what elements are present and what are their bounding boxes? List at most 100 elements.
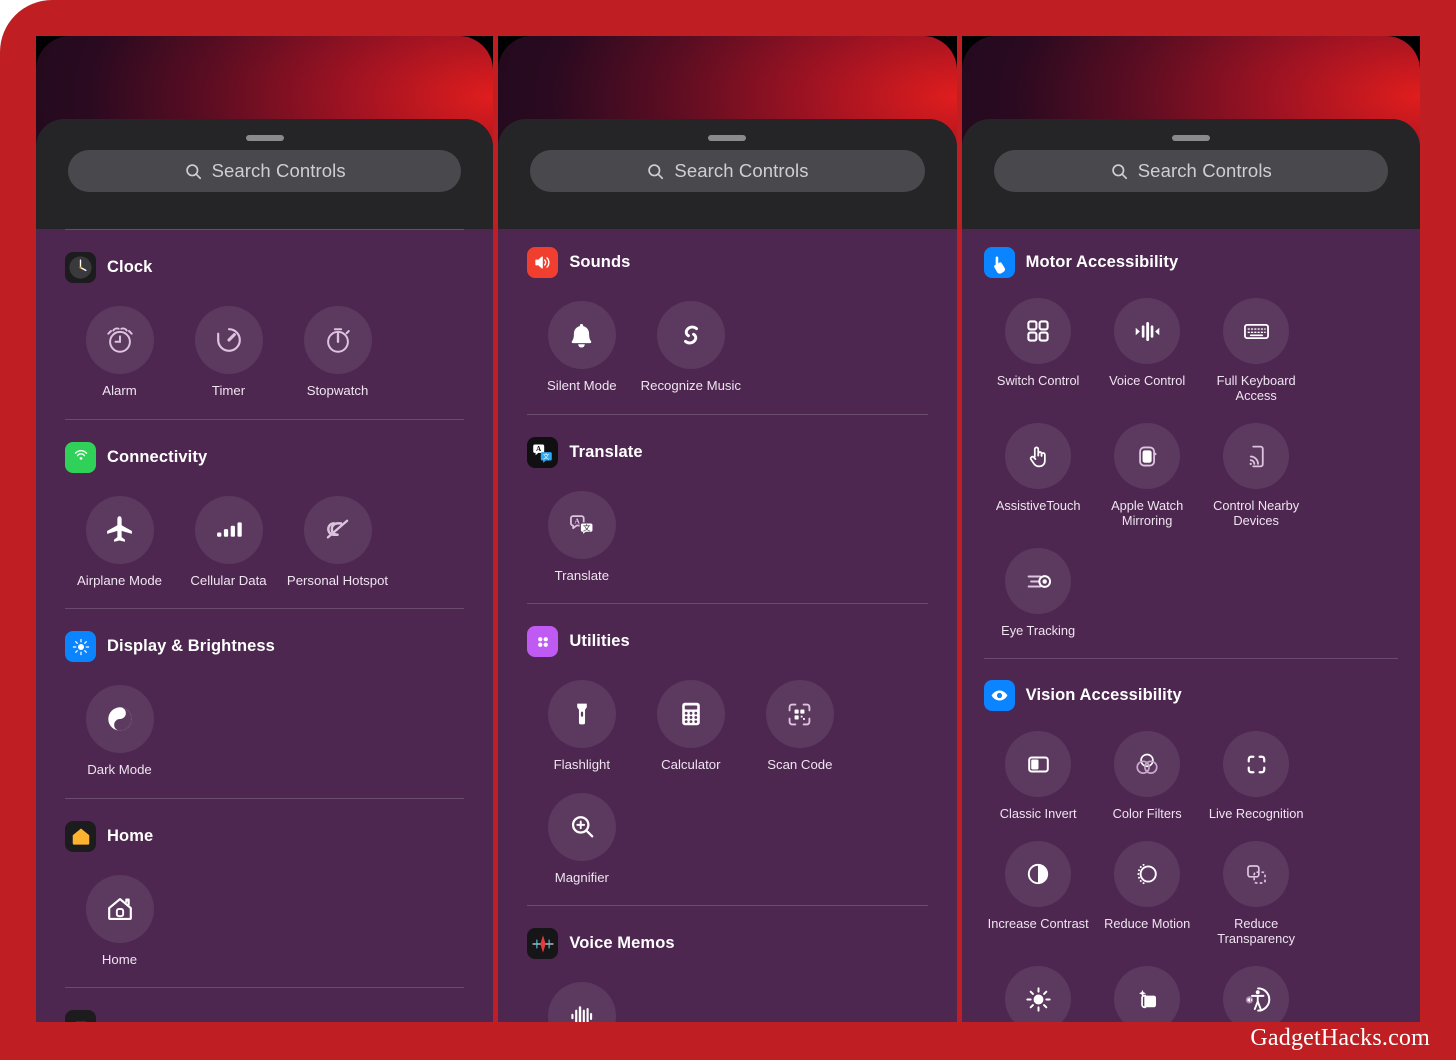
search-icon [184, 162, 203, 181]
group-header: Sounds [527, 247, 927, 278]
group-title: Motor Accessibility [1025, 253, 1179, 271]
search-placeholder-text: Search Controls [211, 160, 346, 181]
group-header: A 文 Translate [527, 436, 927, 468]
group-voice-memos: Voice Memos [527, 906, 927, 1022]
control-color-filters[interactable]: Color Filters [1093, 731, 1202, 821]
control-label: Scan Code [767, 757, 833, 772]
control-airplane-mode[interactable]: Airplane Mode [65, 495, 174, 589]
watermark: GadgetHacks.com [1250, 1025, 1430, 1051]
flashlight-icon [547, 680, 616, 748]
phone-screenshot-row: Search Controls Clock Alarm Timer Stopwa… [36, 36, 1420, 1022]
controls-list-1[interactable]: Clock Alarm Timer Stopwatch Connectivity… [36, 229, 494, 1022]
search-input[interactable]: Search Controls [993, 150, 1388, 192]
control-classic-invert[interactable]: Classic Invert [984, 731, 1093, 821]
group-motor-accessibility: Motor Accessibility Switch Control Voice… [983, 229, 1398, 658]
group-header: Voice Memos [527, 928, 927, 959]
group-controls: Home [65, 874, 464, 988]
controls-list-3[interactable]: Motor Accessibility Switch Control Voice… [961, 229, 1420, 1022]
control-flashlight[interactable]: Flashlight [527, 680, 636, 773]
control-label: Eye Tracking [1001, 623, 1076, 638]
translate-app-icon: A 文 [527, 436, 559, 468]
group-utilities: Utilities Flashlight Calculator Scan Cod… [527, 604, 927, 905]
group-vision-accessibility: Vision Accessibility Classic Invert Colo… [983, 659, 1398, 1022]
control-eye-tracking[interactable]: Eye Tracking [984, 548, 1093, 638]
apple-watch-icon [1114, 423, 1181, 489]
control-apple-watch-mirroring[interactable]: Apple Watch Mirroring [1093, 423, 1202, 528]
control-voice-memo[interactable]: Voice Memo [527, 982, 636, 1022]
control-smart-invert[interactable]: Smart Invert [1093, 966, 1202, 1022]
group-clock: Clock Alarm Timer Stopwatch [65, 230, 464, 419]
control-scan-code[interactable]: Scan Code [745, 680, 854, 773]
control-stopwatch[interactable]: Stopwatch [283, 306, 392, 399]
smart-invert-icon [1114, 966, 1181, 1022]
sheet-grabber-handle[interactable] [708, 135, 747, 141]
group-title: Home [107, 826, 154, 845]
control-full-keyboard-access[interactable]: Full Keyboard Access [1202, 298, 1311, 403]
control-alarm[interactable]: Alarm [65, 306, 174, 399]
search-placeholder-text: Search Controls [674, 160, 809, 181]
shazam-icon [656, 301, 725, 369]
reduce-transparency-icon [1223, 841, 1290, 907]
group-controls: A 文 Translate [527, 490, 927, 604]
control-reduce-motion[interactable]: Reduce Motion [1093, 841, 1202, 946]
control-label: Translate [554, 567, 610, 583]
control-dark-mode[interactable]: Dark Mode [65, 685, 174, 778]
house-icon [85, 874, 154, 943]
control-live-recognition[interactable]: Live Recognition [1202, 731, 1311, 821]
controls-list-2[interactable]: Sounds Silent Mode Recognize Music A 文 T… [498, 229, 957, 1022]
sheet-grabber-handle[interactable] [1171, 135, 1210, 141]
search-input[interactable]: Search Controls [68, 150, 462, 192]
control-label: Magnifier [554, 869, 609, 885]
search-icon [1110, 162, 1129, 181]
group-connectivity: Connectivity Airplane Mode Cellular Data… [65, 420, 464, 609]
group-title: Display & Brightness [107, 637, 275, 655]
control-label: Personal Hotspot [286, 572, 389, 588]
keyboard-icon [1223, 298, 1290, 364]
control-label: Dark Mode [87, 762, 152, 777]
group-header: Motor Accessibility [983, 247, 1398, 278]
timer-icon [194, 306, 263, 374]
clock-app-icon [65, 252, 96, 283]
dark-mode-circle-icon [85, 685, 154, 753]
bell-icon [547, 301, 616, 369]
group-controls: Dark Mode [65, 685, 464, 798]
group-header: Clock [65, 252, 464, 283]
cellular-bars-icon [194, 495, 263, 564]
control-label: Silent Mode [547, 378, 617, 393]
control-assistive-touch[interactable]: AssistiveTouch [984, 423, 1093, 528]
control-translate[interactable]: A 文 Translate [527, 490, 636, 584]
control-reduce-transparency[interactable]: Reduce Transparency [1202, 841, 1311, 946]
control-label: Voice Control [1109, 373, 1186, 388]
control-control-nearby-devices[interactable]: Control Nearby Devices [1202, 423, 1311, 528]
control-reduce-white-point[interactable]: Reduce White Point [984, 966, 1093, 1022]
motor-accessibility-app-icon [983, 247, 1015, 278]
group-title: Voice Memos [569, 934, 675, 952]
control-magnifier[interactable]: Magnifier [527, 792, 636, 886]
control-center-panel-3: Search Controls Motor Accessibility Swit… [961, 36, 1420, 1022]
control-home[interactable]: Home [65, 874, 174, 968]
control-timer[interactable]: Timer [174, 306, 283, 399]
control-switch-control[interactable]: Switch Control [984, 298, 1093, 403]
control-personal-hotspot[interactable]: Personal Hotspot [283, 495, 392, 589]
control-label: Full Keyboard Access [1216, 373, 1296, 403]
control-sheet-header-1: Search Controls [36, 119, 494, 229]
group-controls: Flashlight Calculator Scan Code Magnifie… [527, 680, 927, 905]
svg-text:文: 文 [543, 451, 550, 460]
control-label: Live Recognition [1208, 806, 1304, 821]
control-voiceover[interactable]: VoiceOver [1202, 966, 1311, 1022]
control-label: Reduce Transparency [1217, 916, 1296, 946]
control-label: Control Nearby Devices [1213, 498, 1300, 528]
sheet-grabber-handle[interactable] [245, 135, 284, 141]
control-calculator[interactable]: Calculator [636, 680, 745, 773]
group-title: Connectivity [107, 447, 208, 466]
control-silent-mode[interactable]: Silent Mode [527, 301, 636, 394]
group-home: Home Home [65, 799, 464, 988]
control-voice-control[interactable]: Voice Control [1093, 298, 1202, 403]
svg-text:A: A [536, 445, 542, 453]
search-input[interactable]: Search Controls [530, 150, 925, 192]
control-cellular-data[interactable]: Cellular Data [174, 495, 283, 589]
control-increase-contrast[interactable]: Increase Contrast [984, 841, 1093, 946]
screenshot-stage: Search Controls Clock Alarm Timer Stopwa… [0, 0, 1456, 1060]
home-app-icon [65, 820, 96, 852]
control-recognize-music[interactable]: Recognize Music [636, 301, 745, 394]
